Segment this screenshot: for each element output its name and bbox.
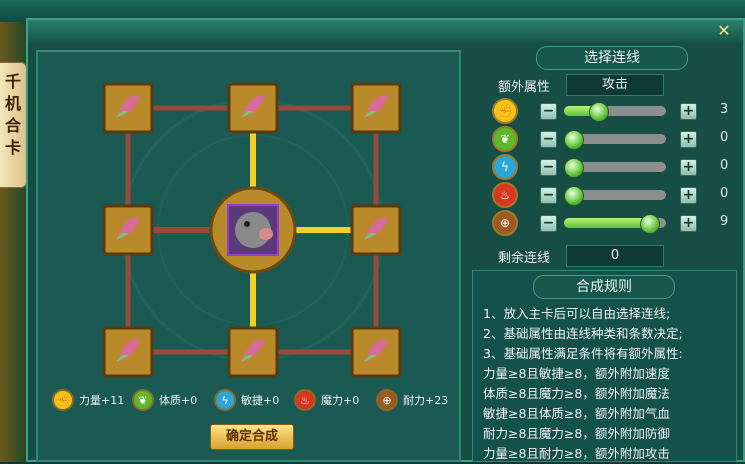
rules-line: 力量≥8且敏捷≥8，额外附加速度	[483, 366, 670, 381]
card-slot[interactable]	[102, 326, 154, 378]
fist-icon: ✊	[52, 389, 74, 411]
magic-plus-button[interactable]: +	[680, 187, 697, 204]
endurance-value: 9	[720, 214, 729, 229]
strength-minus-button[interactable]: −	[540, 103, 557, 120]
card-slot[interactable]	[350, 326, 402, 378]
shield-icon: ⊕	[376, 389, 398, 411]
center-card[interactable]	[209, 186, 297, 274]
strength-value: 3	[720, 102, 729, 117]
constitution-plus-button[interactable]: +	[680, 131, 697, 148]
strength-plus-button[interactable]: +	[680, 103, 697, 120]
card-slot[interactable]	[227, 326, 279, 378]
shield-icon: ⊕	[492, 210, 518, 236]
legend-magic-label: 魔力+0	[321, 394, 360, 407]
endurance-minus-button[interactable]: −	[540, 215, 557, 232]
legend-constitution: ❦ 体质+0	[132, 388, 197, 412]
flame-icon: ♨	[294, 389, 316, 411]
attr-row-agility: ϟ − + 0	[492, 154, 742, 180]
attr-row-endurance: ⊕ − + 9	[492, 210, 742, 236]
attribute-legend: ✊ 力量+11 ❦ 体质+0 ϟ 敏捷+0 ♨ 魔力+0 ⊕ 耐力+23	[52, 388, 462, 412]
fusion-rules-panel: 合成规则 1、放入主卡后可以自由选择连线; 2、基础属性由连线种类和条数决定; …	[472, 270, 737, 462]
constitution-slider-knob[interactable]	[564, 130, 584, 150]
strength-slider-knob[interactable]	[589, 102, 610, 122]
extra-attr-label: 额外属性	[498, 80, 551, 95]
agility-slider[interactable]	[564, 158, 666, 178]
pig-snout-icon	[259, 228, 273, 240]
rules-title: 合成规则	[533, 275, 675, 299]
rules-line: 耐力≥8且魔力≥8，额外附加防御	[483, 426, 670, 441]
rules-line: 力量≥8且耐力≥8，额外附加攻击	[483, 446, 670, 461]
endurance-slider-knob[interactable]	[639, 214, 660, 234]
card-slot[interactable]	[350, 204, 402, 256]
side-tab-label: 千机合卡	[4, 72, 21, 157]
legend-endurance: ⊕ 耐力+23	[376, 388, 448, 412]
flame-icon: ♨	[492, 182, 518, 208]
rules-line: 2、基础属性由连线种类和条数决定;	[483, 326, 683, 341]
attr-row-magic: ♨ − + 0	[492, 182, 742, 208]
magic-slider[interactable]	[564, 186, 666, 206]
agility-slider-knob[interactable]	[564, 158, 584, 178]
side-tab-qianji[interactable]: 千机合卡	[0, 62, 27, 188]
legend-constitution-label: 体质+0	[159, 394, 198, 407]
legend-agility-label: 敏捷+0	[241, 394, 280, 407]
legend-magic: ♨ 魔力+0	[294, 388, 359, 412]
pig-eye-icon	[244, 221, 250, 227]
magic-slider-knob[interactable]	[564, 186, 584, 206]
select-links-title: 选择连线	[536, 46, 688, 70]
rules-line: 体质≥8且魔力≥8，额外附加魔法	[483, 386, 670, 401]
window-titlebar	[28, 20, 743, 42]
card-slot[interactable]	[102, 82, 154, 134]
strength-slider[interactable]	[564, 102, 666, 122]
leaf-icon: ❦	[132, 389, 154, 411]
card-slot[interactable]	[227, 82, 279, 134]
endurance-slider[interactable]	[564, 214, 666, 234]
leaf-icon: ❦	[492, 126, 518, 152]
close-icon[interactable]: ✕	[715, 22, 733, 40]
fist-icon: ✊	[492, 98, 518, 124]
lightning-icon: ϟ	[214, 389, 236, 411]
agility-plus-button[interactable]: +	[680, 159, 697, 176]
extra-attr-value: 攻击	[566, 74, 664, 96]
agility-value: 0	[720, 158, 729, 173]
lightning-icon: ϟ	[492, 154, 518, 180]
constitution-slider[interactable]	[564, 130, 666, 150]
remaining-links-value: 0	[566, 245, 664, 267]
legend-strength: ✊ 力量+11	[52, 388, 124, 412]
magic-value: 0	[720, 186, 729, 201]
legend-endurance-label: 耐力+23	[403, 394, 449, 407]
constitution-minus-button[interactable]: −	[540, 131, 557, 148]
attr-row-constitution: ❦ − + 0	[492, 126, 742, 152]
card-slot[interactable]	[102, 204, 154, 256]
agility-minus-button[interactable]: −	[540, 159, 557, 176]
legend-strength-label: 力量+11	[79, 394, 125, 407]
constitution-value: 0	[720, 130, 729, 145]
rules-line: 3、基础属性满足条件将有额外属性:	[483, 346, 683, 361]
legend-agility: ϟ 敏捷+0	[214, 388, 279, 412]
magic-minus-button[interactable]: −	[540, 187, 557, 204]
remaining-links-label: 剩余连线	[498, 251, 551, 266]
confirm-fusion-button[interactable]: 确定合成	[210, 424, 294, 450]
attr-row-strength: ✊ − + 3	[492, 98, 742, 124]
endurance-plus-button[interactable]: +	[680, 215, 697, 232]
rules-line: 敏捷≥8且体质≥8，额外附加气血	[483, 406, 670, 421]
card-slot[interactable]	[350, 82, 402, 134]
rules-line: 1、放入主卡后可以自由选择连线;	[483, 306, 671, 321]
